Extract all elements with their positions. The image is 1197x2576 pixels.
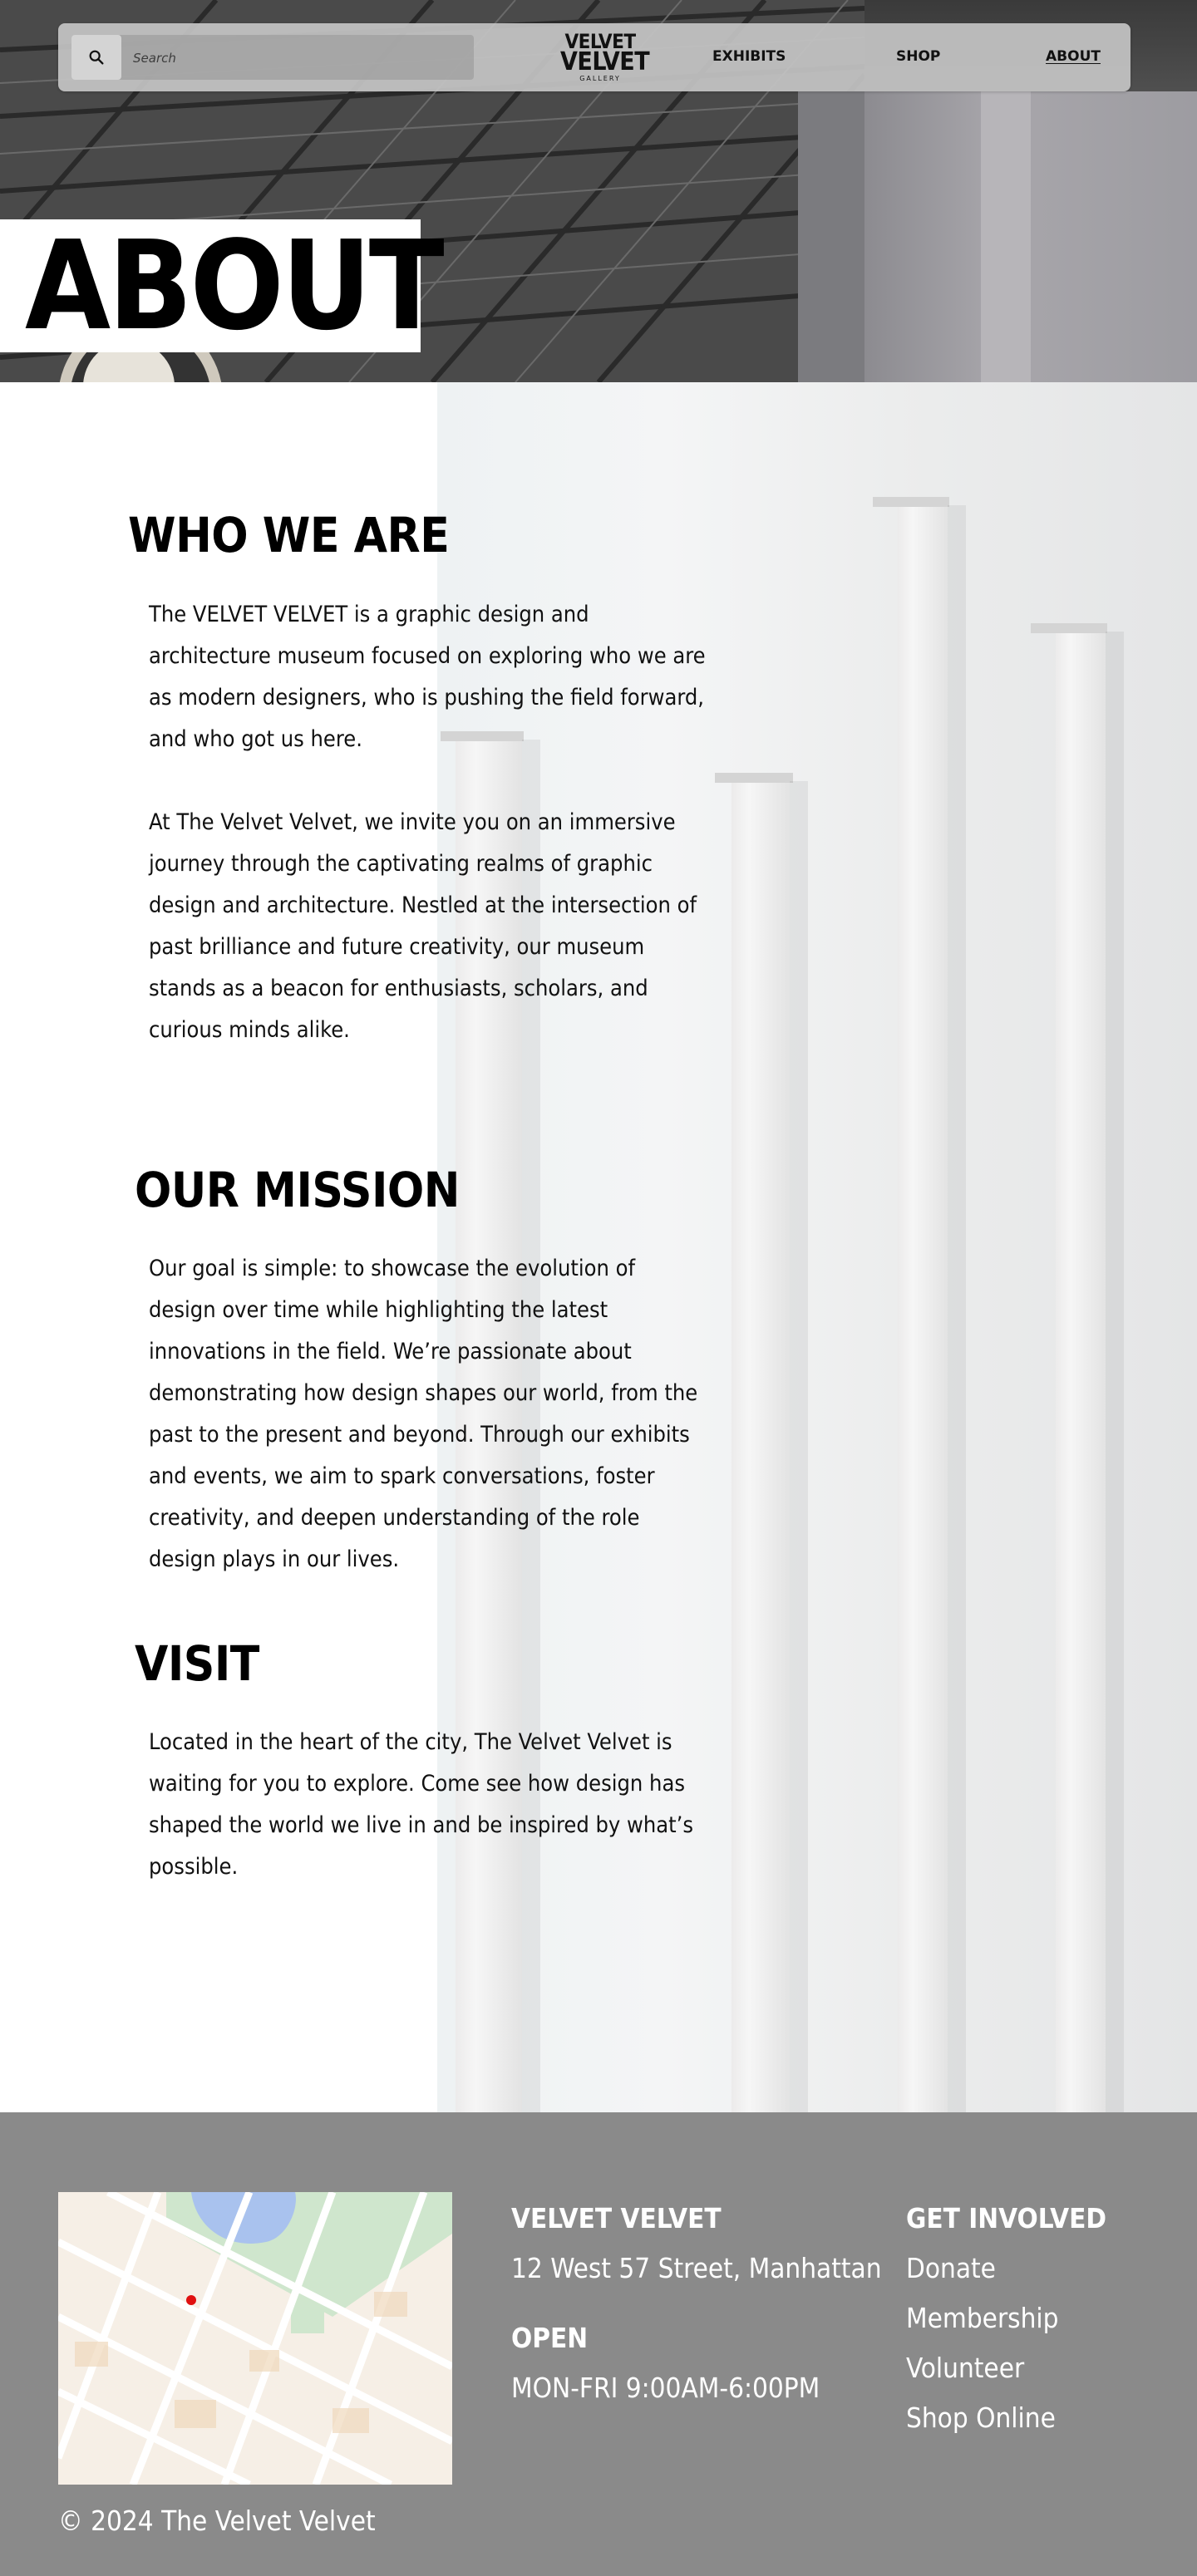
footer-link-shop-online[interactable]: Shop Online [906,2401,1056,2434]
nav-link-about[interactable]: ABOUT [1046,48,1101,65]
section-heading-who-we-are: WHO WE ARE [128,507,450,563]
who-we-are-paragraph-1: The VELVET VELVET is a graphic design an… [149,602,706,752]
section-heading-visit: VISIT [135,1635,259,1692]
footer-get-involved-heading: GET INVOLVED [906,2202,1107,2234]
footer-link-donate[interactable]: Donate [906,2252,996,2284]
search-box [71,35,474,81]
building-column [898,505,948,2112]
hero-wall [864,91,1197,382]
building-column-cap [1031,623,1107,633]
top-nav-bar: VELVET VELVET GALLERY EXHIBITS SHOP ABOU… [58,23,1130,91]
footer-museum-name: VELVET VELVET [511,2202,722,2234]
our-mission-paragraph: Our goal is simple: to showcase the evol… [149,1256,698,1572]
search-button[interactable] [71,35,121,80]
footer-link-membership[interactable]: Membership [906,2302,1059,2334]
building-column-cap [873,497,949,507]
visit-paragraph: Located in the heart of the city, The Ve… [149,1729,694,1880]
nav-link-shop[interactable]: SHOP [896,48,940,65]
logo-line-3: GALLERY [579,75,621,82]
footer: VELVET VELVET 12 West 57 Street, Manhatt… [0,2112,1197,2576]
column-shadow [1106,632,1124,2112]
footer-open-heading: OPEN [511,2322,589,2354]
footer-link-volunteer[interactable]: Volunteer [906,2352,1024,2384]
search-input[interactable] [131,35,467,81]
column-shadow [948,505,966,2112]
section-heading-our-mission: OUR MISSION [135,1162,460,1218]
search-icon [89,50,104,65]
site-logo[interactable]: VELVET VELVET GALLERY [560,32,650,82]
footer-address: 12 West 57 Street, Manhattan [511,2252,882,2284]
page: VELVET VELVET GALLERY EXHIBITS SHOP ABOU… [0,0,1197,2576]
nav-link-exhibits[interactable]: EXHIBITS [712,48,786,65]
location-map[interactable] [58,2192,452,2485]
map-graphic [58,2192,452,2485]
who-we-are-paragraph-2: At The Velvet Velvet, we invite you on a… [149,809,697,1043]
hero-pillar [981,91,1031,382]
map-marker-icon [186,2295,196,2305]
footer-hours: MON-FRI 9:00AM-6:00PM [511,2372,820,2404]
building-column-cap [715,773,793,783]
page-title: ABOUT [25,214,445,357]
logo-line-2: VELVET [560,47,650,76]
main-content: WHO WE ARE The VELVET VELVET is a graphi… [0,382,1197,2112]
building-column [1056,632,1106,2112]
building-column [732,781,790,2112]
footer-copyright: © 2024 The Velvet Velvet [58,2505,376,2537]
column-shadow [790,781,808,2112]
